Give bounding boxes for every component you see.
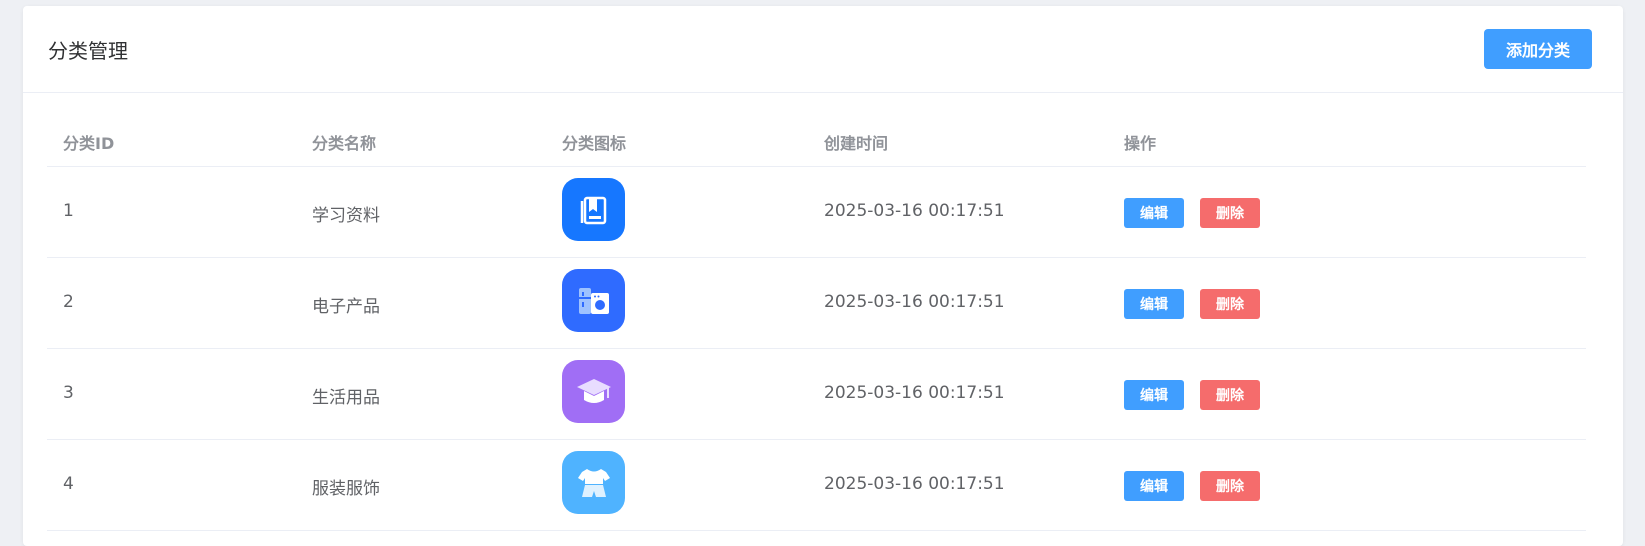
delete-button[interactable]: 删除 [1200,198,1260,228]
category-table: 分类ID 分类名称 分类图标 创建时间 操作 1 学习资料 2025-03-16… [47,116,1586,531]
created-time: 2025-03-16 00:17:51 [824,474,1005,494]
edit-button[interactable]: 编辑 [1124,471,1184,501]
card-header: 分类管理 添加分类 [23,6,1623,93]
category-id: 1 [63,201,74,221]
edit-button[interactable]: 编辑 [1124,380,1184,410]
delete-button[interactable]: 删除 [1200,471,1260,501]
category-name: 服装服饰 [312,479,380,499]
row-actions: 编辑 删除 [1124,380,1260,410]
column-header-icon: 分类图标 [562,134,627,153]
created-time: 2025-03-16 00:17:51 [824,383,1005,403]
category-id: 2 [63,292,74,312]
category-name: 学习资料 [312,206,380,226]
column-header-created: 创建时间 [824,134,889,153]
row-actions: 编辑 删除 [1124,289,1260,319]
category-management-card: 分类管理 添加分类 分类ID 分类名称 分类图标 创建时间 操作 1 学习资料 … [23,6,1623,546]
table-row: 3 生活用品 2025-03-16 00:17:51 编辑 删除 [47,349,1586,440]
table-row: 2 电子产品 2025-03-16 00:17:51 编辑 删除 [47,258,1586,349]
created-time: 2025-03-16 00:17:51 [824,201,1005,221]
column-header-name: 分类名称 [312,134,377,153]
edit-button[interactable]: 编辑 [1124,289,1184,319]
category-id: 3 [63,383,74,403]
row-actions: 编辑 删除 [1124,471,1260,501]
appliance-icon [562,269,625,332]
edit-button[interactable]: 编辑 [1124,198,1184,228]
table-row: 4 服装服饰 2025-03-16 00:17:51 编辑 删除 [47,440,1586,531]
page-title: 分类管理 [48,39,128,63]
clothing-icon [562,451,625,514]
category-name: 电子产品 [312,297,380,317]
column-header-id: 分类ID [63,134,115,153]
created-time: 2025-03-16 00:17:51 [824,292,1005,312]
category-id: 4 [63,474,74,494]
table-header: 分类ID 分类名称 分类图标 创建时间 操作 [47,116,1586,167]
book-icon [562,178,625,241]
delete-button[interactable]: 删除 [1200,380,1260,410]
table-row: 1 学习资料 2025-03-16 00:17:51 编辑 删除 [47,167,1586,258]
delete-button[interactable]: 删除 [1200,289,1260,319]
add-category-button[interactable]: 添加分类 [1484,29,1592,69]
row-actions: 编辑 删除 [1124,198,1260,228]
graduation-cap-icon [562,360,625,423]
category-name: 生活用品 [312,388,380,408]
column-header-actions: 操作 [1124,134,1157,153]
